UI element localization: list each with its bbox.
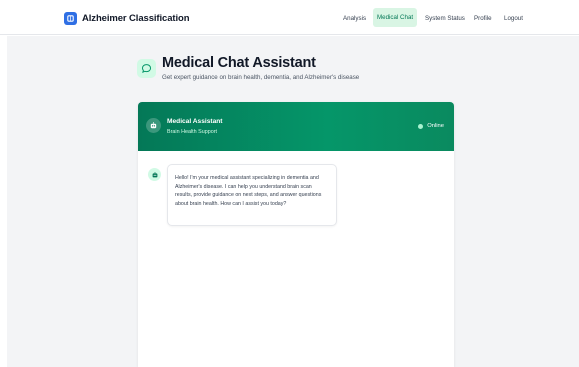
nav-link-system-status[interactable]: System Status xyxy=(425,11,465,26)
chat-card: Medical Assistant Brain Health Support O… xyxy=(138,102,454,367)
nav-link-medical-chat[interactable]: Medical Chat xyxy=(373,8,418,27)
page-subtitle: Get expert guidance on brain health, dem… xyxy=(162,74,360,81)
robot-icon xyxy=(146,118,161,133)
brand-name: Alzheimer Classification xyxy=(82,12,190,24)
robot-icon xyxy=(148,168,161,181)
message-text: Hello! I'm your medical assistant specia… xyxy=(175,175,322,207)
brand[interactable]: Alzheimer Classification xyxy=(64,10,190,26)
status-indicator: Online xyxy=(418,123,444,129)
page-title: Medical Chat Assistant xyxy=(162,55,316,71)
brain-app-icon xyxy=(64,11,77,25)
nav-link-logout[interactable]: Logout xyxy=(504,11,523,26)
status-label: Online xyxy=(427,123,444,129)
assistant-message: Hello! I'm your medical assistant specia… xyxy=(167,164,337,226)
nav-link-analysis[interactable]: Analysis xyxy=(343,11,366,26)
chat-header: Medical Assistant Brain Health Support O… xyxy=(138,102,454,151)
status-dot-icon xyxy=(418,123,424,129)
nav-link-profile[interactable]: Profile xyxy=(474,11,492,26)
chat-bubble-icon xyxy=(137,59,156,78)
assistant-role: Brain Health Support xyxy=(167,129,218,135)
assistant-name: Medical Assistant xyxy=(167,118,223,125)
top-navbar: Alzheimer Classification Analysis Medica… xyxy=(0,0,579,35)
